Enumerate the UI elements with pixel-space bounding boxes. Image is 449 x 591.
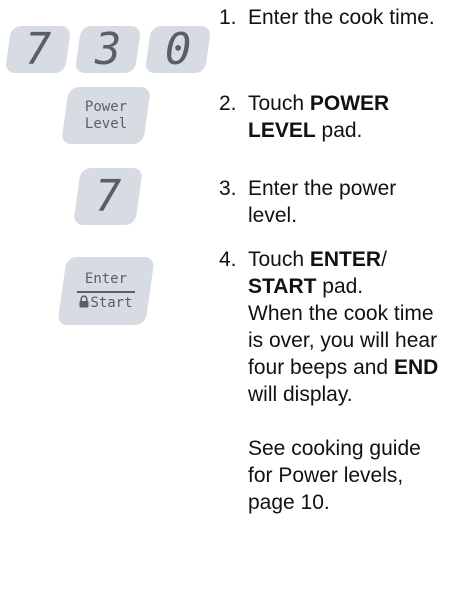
step-text-plain: pad.	[316, 275, 364, 298]
step-number: 1.	[219, 6, 237, 29]
step-4: 4. Touch ENTER/ START pad. When the cook …	[219, 246, 447, 516]
start-label: Start	[90, 294, 133, 311]
enter-label: Enter	[84, 270, 128, 287]
step-text: Enter the power level.	[248, 175, 447, 229]
enter-start-key[interactable]: Enter Start	[57, 257, 155, 325]
key-divider	[77, 290, 135, 293]
step-text-plain: /	[381, 248, 387, 271]
step-3: 3. Enter the power level.	[219, 175, 447, 229]
step-2: 2. Touch POWER LEVEL pad.	[219, 90, 447, 144]
start-label-row: Start	[79, 294, 133, 311]
step-text-plain: Enter the power level.	[248, 177, 397, 227]
digit-label: 7	[94, 170, 122, 222]
lock-icon	[79, 294, 89, 307]
digit-label: 0	[164, 23, 192, 75]
digit-0-key[interactable]: 0	[144, 23, 212, 75]
step-note: See cooking guide for Power levels, page…	[248, 437, 421, 514]
power-digit-7-key[interactable]: 7	[72, 168, 144, 225]
step-text-plain: Touch	[248, 92, 310, 115]
power-level-key[interactable]: Power Level	[60, 87, 152, 144]
step-text: Touch POWER LEVEL pad.	[248, 90, 447, 144]
digit-3-key[interactable]: 3	[74, 23, 142, 75]
step-number: 4.	[219, 248, 237, 271]
digit-label: 7	[24, 23, 52, 75]
step-text-plain: Enter the cook time.	[248, 6, 435, 29]
digit-7-key[interactable]: 7	[4, 23, 72, 75]
step-number: 3.	[219, 177, 237, 200]
digit-label: 3	[94, 23, 122, 75]
step-text-bold: ENTER	[309, 248, 382, 271]
step-number: 2.	[219, 92, 237, 115]
step-text-plain: Touch	[248, 248, 310, 271]
step-text-bold: START	[248, 275, 317, 298]
step-1: 1. Enter the cook time.	[219, 4, 447, 31]
power-level-label-line1: Power	[84, 98, 128, 115]
step-text: Enter the cook time.	[248, 4, 447, 31]
step-detail-text: will display.	[248, 383, 353, 406]
step-text-plain: pad.	[315, 119, 363, 142]
step-text: Touch ENTER/ START pad. When the cook tim…	[248, 246, 447, 408]
power-level-label-line2: Level	[84, 115, 128, 132]
step-detail-bold: END	[393, 356, 439, 379]
